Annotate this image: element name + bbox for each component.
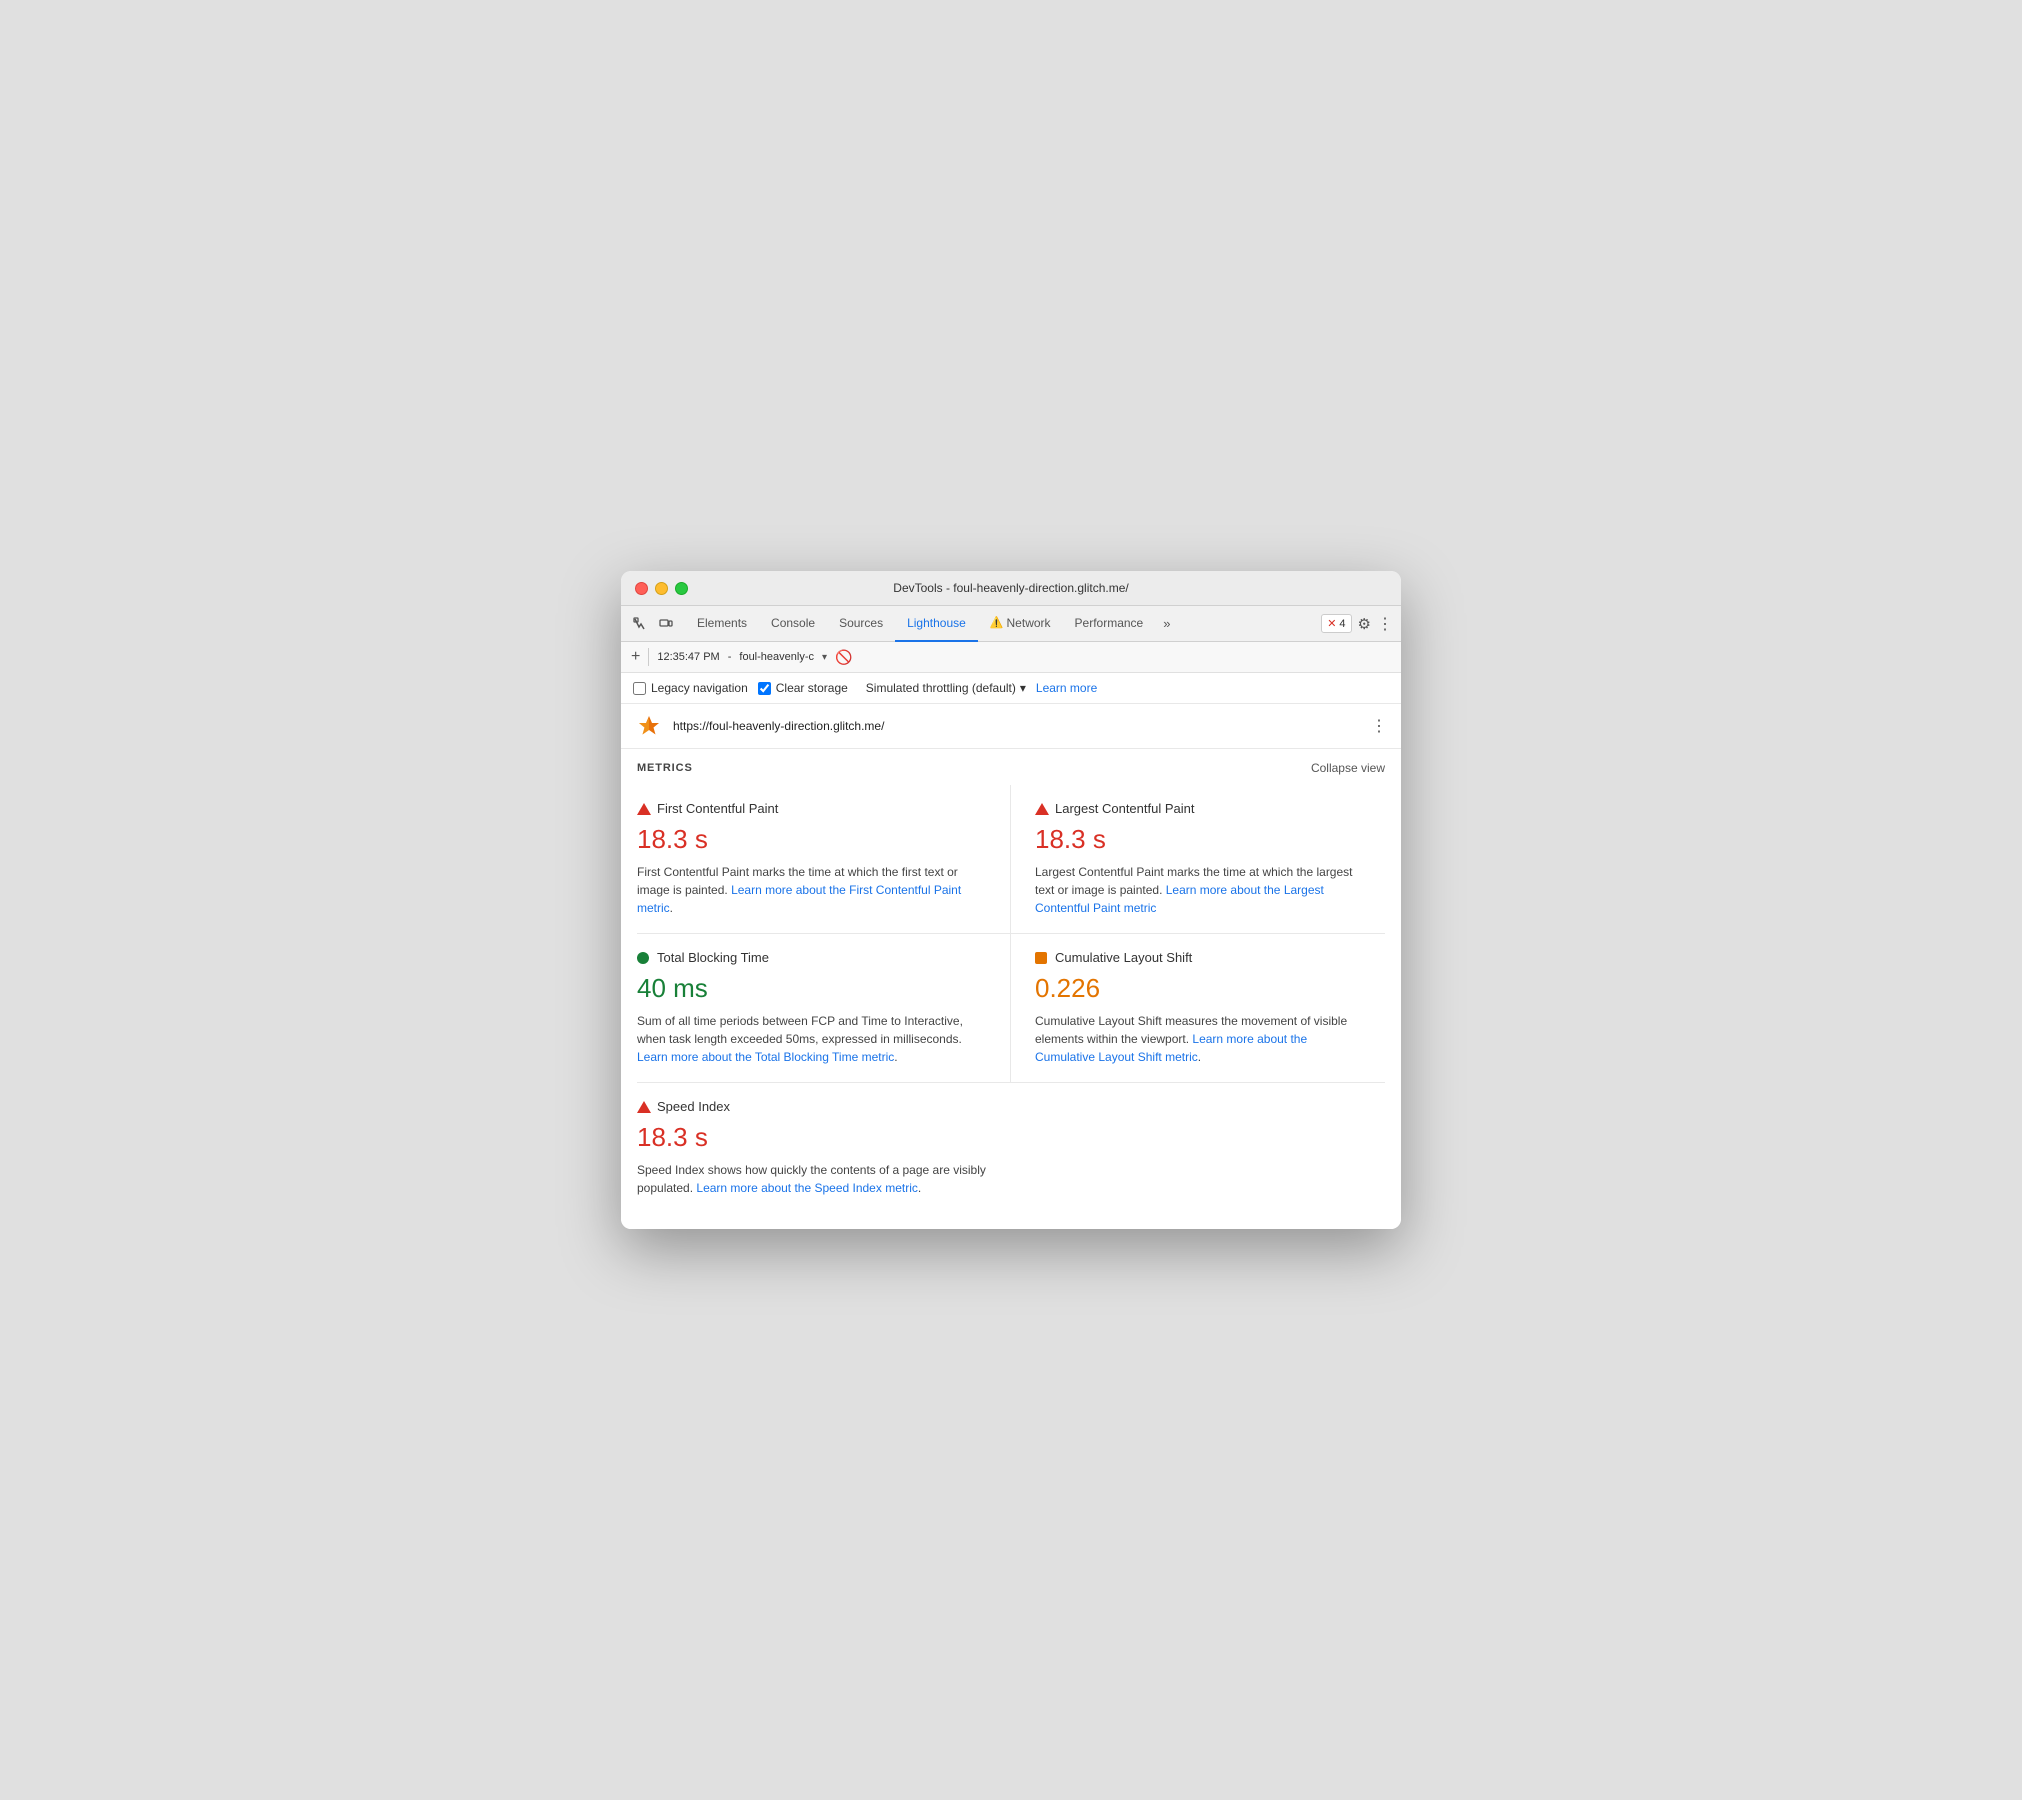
lighthouse-icon bbox=[635, 712, 663, 740]
throttle-dropdown[interactable]: Simulated throttling (default) ▾ bbox=[866, 681, 1026, 695]
tab-console[interactable]: Console bbox=[759, 606, 827, 642]
metric-cls: Cumulative Layout Shift 0.226 Cumulative… bbox=[1011, 934, 1385, 1083]
url-dropdown[interactable]: ▾ bbox=[822, 652, 827, 663]
tbt-desc: Sum of all time periods between FCP and … bbox=[637, 1012, 986, 1066]
options-bar: Legacy navigation Clear storage Simulate… bbox=[621, 673, 1401, 704]
throttle-dropdown-icon: ▾ bbox=[1020, 681, 1026, 695]
device-icon[interactable] bbox=[655, 613, 677, 635]
more-options-button[interactable]: ⋮ bbox=[1377, 614, 1393, 634]
si-link[interactable]: Learn more about the Speed Index metric bbox=[696, 1181, 917, 1195]
url-display: https://foul-heavenly-direction.glitch.m… bbox=[673, 719, 1361, 733]
titlebar: DevTools - foul-heavenly-direction.glitc… bbox=[621, 571, 1401, 606]
fcp-indicator bbox=[637, 803, 649, 815]
collapse-view-button[interactable]: Collapse view bbox=[1311, 761, 1385, 775]
tab-lighthouse[interactable]: Lighthouse bbox=[895, 606, 978, 642]
metric-si: Speed Index 18.3 s Speed Index shows how… bbox=[637, 1083, 1011, 1213]
url-short: foul-heavenly-c bbox=[739, 651, 814, 663]
url-more-button[interactable]: ⋮ bbox=[1371, 716, 1387, 736]
inspect-icon[interactable] bbox=[629, 613, 651, 635]
cls-value: 0.226 bbox=[1035, 973, 1369, 1004]
devtools-tabs: Elements Console Sources Lighthouse ⚠️ N… bbox=[621, 606, 1401, 642]
tbt-indicator bbox=[637, 952, 649, 964]
tab-sources[interactable]: Sources bbox=[827, 606, 895, 642]
si-indicator bbox=[637, 1101, 649, 1113]
time-display: 12:35:47 PM bbox=[657, 651, 719, 663]
metrics-grid: First Contentful Paint 18.3 s First Cont… bbox=[637, 785, 1385, 1213]
toolbar-dash: - bbox=[728, 651, 732, 663]
lcp-name: Largest Contentful Paint bbox=[1055, 801, 1194, 816]
metric-lcp: Largest Contentful Paint 18.3 s Largest … bbox=[1011, 785, 1385, 934]
window-controls bbox=[635, 582, 688, 595]
network-warning-icon: ⚠️ bbox=[990, 616, 1004, 629]
tbt-value: 40 ms bbox=[637, 973, 986, 1004]
throttle-label: Simulated throttling (default) bbox=[866, 681, 1016, 695]
si-value: 18.3 s bbox=[637, 1122, 987, 1153]
legacy-nav-option: Legacy navigation bbox=[633, 681, 748, 695]
cls-desc: Cumulative Layout Shift measures the mov… bbox=[1035, 1012, 1369, 1066]
minimize-button[interactable] bbox=[655, 582, 668, 595]
lcp-link[interactable]: Learn more about the Largest Contentful … bbox=[1035, 883, 1324, 915]
window-title: DevTools - foul-heavenly-direction.glitc… bbox=[893, 581, 1128, 595]
clear-storage-label: Clear storage bbox=[776, 681, 848, 695]
settings-button[interactable]: ⚙ bbox=[1358, 615, 1371, 633]
legacy-nav-checkbox[interactable] bbox=[633, 682, 646, 695]
lcp-value: 18.3 s bbox=[1035, 824, 1369, 855]
learn-more-link[interactable]: Learn more bbox=[1036, 681, 1097, 695]
devtools-window: DevTools - foul-heavenly-direction.glitc… bbox=[621, 571, 1401, 1229]
legacy-nav-label: Legacy navigation bbox=[651, 681, 748, 695]
metric-tbt: Total Blocking Time 40 ms Sum of all tim… bbox=[637, 934, 1011, 1083]
add-button[interactable]: + bbox=[631, 648, 640, 666]
stop-icon[interactable]: 🚫 bbox=[835, 649, 852, 666]
metrics-label: METRICS bbox=[637, 762, 693, 774]
clear-storage-checkbox[interactable] bbox=[758, 682, 771, 695]
lcp-indicator bbox=[1035, 803, 1047, 815]
tabs-more-button[interactable]: » bbox=[1159, 612, 1174, 635]
error-badge[interactable]: ✕ 4 bbox=[1321, 614, 1351, 633]
tab-performance[interactable]: Performance bbox=[1063, 606, 1156, 642]
content-area: METRICS Collapse view First Contentful P… bbox=[621, 749, 1401, 1229]
metric-fcp-header: First Contentful Paint bbox=[637, 801, 986, 816]
tbt-name: Total Blocking Time bbox=[657, 950, 769, 965]
fcp-name: First Contentful Paint bbox=[657, 801, 778, 816]
metrics-header: METRICS Collapse view bbox=[637, 749, 1385, 785]
clear-storage-option: Clear storage bbox=[758, 681, 848, 695]
cls-indicator bbox=[1035, 952, 1047, 964]
tabs-right-controls: ✕ 4 ⚙ ⋮ bbox=[1321, 614, 1393, 634]
metric-cls-header: Cumulative Layout Shift bbox=[1035, 950, 1369, 965]
tbt-link[interactable]: Learn more about the Total Blocking Time… bbox=[637, 1050, 894, 1064]
si-name: Speed Index bbox=[657, 1099, 730, 1114]
maximize-button[interactable] bbox=[675, 582, 688, 595]
toolbar: + 12:35:47 PM - foul-heavenly-c ▾ 🚫 bbox=[621, 642, 1401, 673]
metric-si-header: Speed Index bbox=[637, 1099, 987, 1114]
metric-lcp-header: Largest Contentful Paint bbox=[1035, 801, 1369, 816]
fcp-desc: First Contentful Paint marks the time at… bbox=[637, 863, 986, 917]
si-desc: Speed Index shows how quickly the conten… bbox=[637, 1161, 987, 1197]
error-icon: ✕ bbox=[1327, 617, 1336, 630]
fcp-link[interactable]: Learn more about the First Contentful Pa… bbox=[637, 883, 961, 915]
metric-tbt-header: Total Blocking Time bbox=[637, 950, 986, 965]
close-button[interactable] bbox=[635, 582, 648, 595]
cls-name: Cumulative Layout Shift bbox=[1055, 950, 1192, 965]
fcp-value: 18.3 s bbox=[637, 824, 986, 855]
cls-link[interactable]: Learn more about the Cumulative Layout S… bbox=[1035, 1032, 1307, 1064]
tab-elements[interactable]: Elements bbox=[685, 606, 759, 642]
toolbar-divider bbox=[648, 648, 649, 666]
tab-network[interactable]: ⚠️ Network bbox=[978, 606, 1063, 642]
metric-fcp: First Contentful Paint 18.3 s First Cont… bbox=[637, 785, 1011, 934]
tab-tool-icons bbox=[629, 613, 677, 635]
url-bar: https://foul-heavenly-direction.glitch.m… bbox=[621, 704, 1401, 749]
lcp-desc: Largest Contentful Paint marks the time … bbox=[1035, 863, 1369, 917]
